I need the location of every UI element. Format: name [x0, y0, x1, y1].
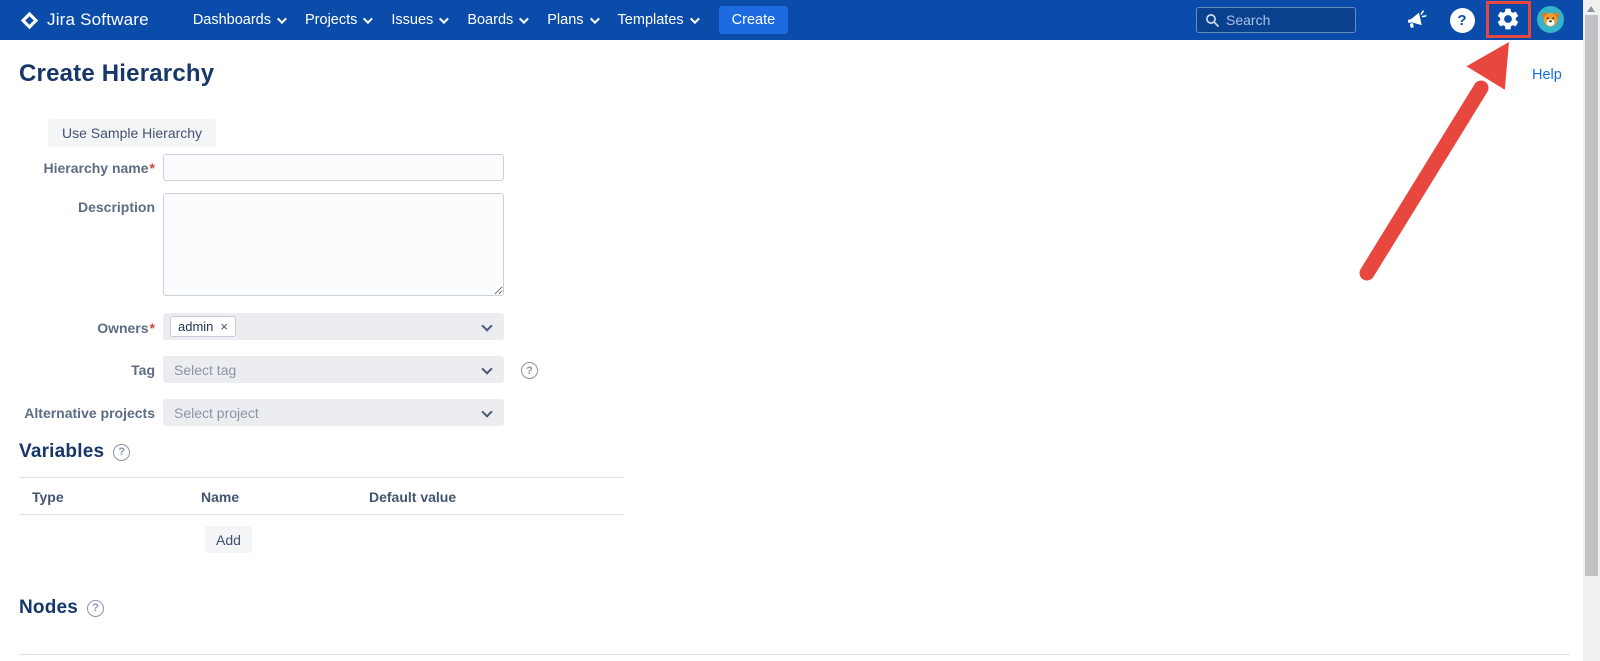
variables-section-header: Variables [19, 441, 130, 463]
jira-window: Jira Software Dashboards Projects Issues… [0, 0, 1600, 661]
tag-help-icon[interactable] [521, 362, 538, 379]
chevron-down-icon [363, 14, 373, 24]
nav-item-label: Boards [467, 12, 513, 28]
nav-item-projects[interactable]: Projects [301, 0, 374, 40]
description-label: Description [0, 199, 155, 215]
hierarchy-name-input[interactable] [163, 154, 504, 181]
tag-select[interactable]: Select tag [163, 356, 504, 383]
alternative-projects-placeholder: Select project [170, 405, 259, 421]
user-avatar[interactable] [1536, 5, 1564, 33]
jira-logo[interactable]: Jira Software [20, 10, 149, 30]
megaphone-icon [1404, 8, 1428, 32]
nav-item-plans[interactable]: Plans [543, 0, 600, 40]
chevron-down-icon [481, 320, 492, 331]
nav-item-label: Plans [547, 12, 583, 28]
tag-label: Tag [0, 362, 155, 378]
owners-select[interactable]: admin × [163, 313, 504, 340]
settings-gear-button[interactable] [1494, 5, 1522, 33]
chevron-down-icon [277, 14, 287, 24]
jira-logo-text: Jira Software [47, 10, 149, 30]
nodes-section-header: Nodes [19, 597, 104, 619]
top-navigation-bar: Jira Software Dashboards Projects Issues… [0, 0, 1583, 40]
variables-help-icon[interactable] [113, 444, 130, 461]
divider [19, 514, 624, 515]
chevron-down-icon [439, 14, 449, 24]
column-header-type: Type [32, 489, 64, 505]
nodes-heading: Nodes [19, 597, 78, 619]
required-marker: * [150, 160, 155, 176]
vertical-scrollbar[interactable] [1583, 0, 1600, 661]
nav-item-boards[interactable]: Boards [463, 0, 530, 40]
announcement-button[interactable] [1402, 6, 1430, 34]
nav-menu: Dashboards Projects Issues Boards Plans … [189, 0, 701, 40]
search-input[interactable] [1226, 12, 1347, 28]
avatar-icon [1537, 6, 1564, 33]
chevron-down-icon [590, 14, 600, 24]
nav-item-label: Projects [305, 12, 357, 28]
nav-item-label: Templates [618, 12, 684, 28]
nav-item-label: Issues [391, 12, 433, 28]
owner-chip-label: admin [178, 319, 213, 334]
hierarchy-name-label: Hierarchy name* [0, 160, 155, 176]
chevron-down-icon [519, 14, 529, 24]
nav-item-issues[interactable]: Issues [387, 0, 450, 40]
chevron-down-icon [481, 363, 492, 374]
create-button[interactable]: Create [719, 6, 789, 34]
help-link[interactable]: Help [1532, 67, 1562, 83]
variables-heading: Variables [19, 441, 104, 463]
page-title: Create Hierarchy [19, 60, 214, 88]
owner-chip: admin × [170, 316, 236, 337]
help-button[interactable] [1448, 6, 1476, 34]
column-header-name: Name [201, 489, 239, 505]
chevron-down-icon [481, 406, 492, 417]
column-header-default-value: Default value [369, 489, 456, 505]
scroll-up-icon[interactable] [1587, 6, 1595, 12]
divider [19, 654, 1570, 655]
alternative-projects-label: Alternative projects [0, 405, 155, 421]
search-box[interactable] [1196, 7, 1356, 33]
alternative-projects-select[interactable]: Select project [163, 399, 504, 426]
nodes-help-icon[interactable] [87, 600, 104, 617]
required-marker: * [150, 320, 155, 336]
chevron-down-icon [690, 14, 700, 24]
help-icon [1450, 8, 1475, 33]
description-textarea[interactable] [163, 193, 504, 296]
owners-label: Owners* [0, 320, 155, 336]
search-icon [1205, 13, 1219, 27]
nav-item-dashboards[interactable]: Dashboards [189, 0, 288, 40]
divider [19, 477, 624, 478]
nav-item-label: Dashboards [193, 12, 271, 28]
jira-logo-icon [20, 11, 39, 30]
tag-placeholder: Select tag [170, 362, 236, 378]
scrollbar-thumb[interactable] [1585, 15, 1598, 576]
add-variable-button[interactable]: Add [205, 526, 252, 553]
remove-owner-icon[interactable]: × [220, 320, 228, 333]
use-sample-hierarchy-button[interactable]: Use Sample Hierarchy [48, 119, 216, 147]
gear-icon [1495, 6, 1521, 32]
nav-item-templates[interactable]: Templates [614, 0, 701, 40]
